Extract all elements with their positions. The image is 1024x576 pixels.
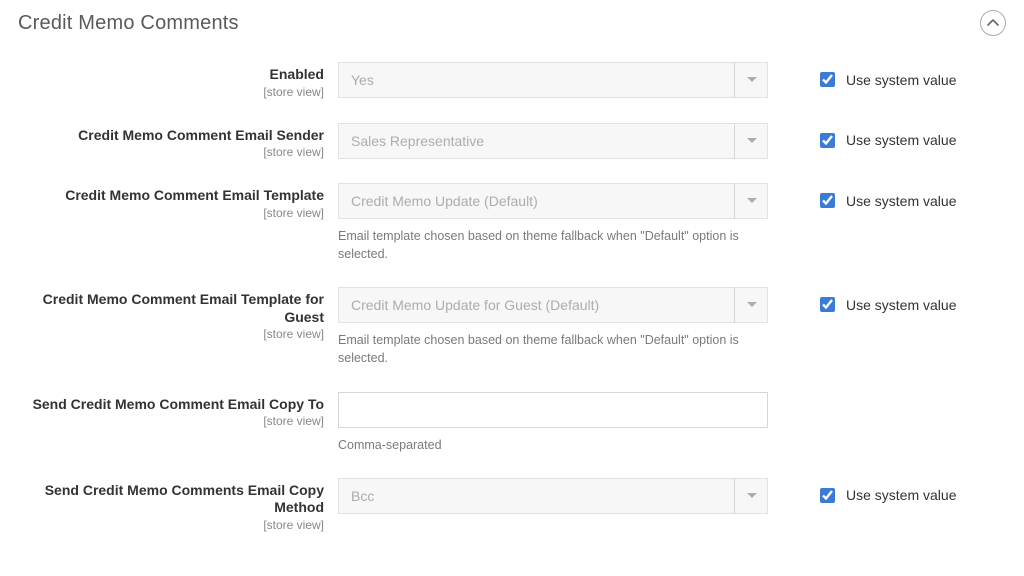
control-col: Comma-separated bbox=[338, 392, 768, 454]
field-scope: [store view] bbox=[18, 518, 324, 532]
field-note: Email template chosen based on theme fal… bbox=[338, 331, 758, 367]
field-row-copy-method: Send Credit Memo Comments Email Copy Met… bbox=[18, 478, 1006, 532]
field-scope: [store view] bbox=[18, 414, 324, 428]
field-row-enabled: Enabled [store view] Yes Use system valu… bbox=[18, 62, 1006, 99]
use-system-checkbox-template[interactable] bbox=[820, 193, 835, 208]
use-system-checkbox-template-guest[interactable] bbox=[820, 297, 835, 312]
use-system-col: Use system value bbox=[768, 62, 956, 90]
use-system-col: Use system value bbox=[768, 287, 956, 315]
config-section-credit-memo-comments: Credit Memo Comments Enabled [store view… bbox=[0, 0, 1024, 576]
use-system-col bbox=[768, 392, 816, 399]
control-col: Yes bbox=[338, 62, 768, 98]
field-note: Comma-separated bbox=[338, 436, 758, 454]
control-col: Sales Representative bbox=[338, 123, 768, 159]
select-sender-input[interactable]: Sales Representative bbox=[338, 123, 768, 159]
field-row-template: Credit Memo Comment Email Template [stor… bbox=[18, 183, 1006, 263]
section-header: Credit Memo Comments bbox=[18, 10, 1006, 36]
field-scope: [store view] bbox=[18, 145, 324, 159]
control-col: Bcc bbox=[338, 478, 768, 514]
field-label: Credit Memo Comment Email Sender bbox=[18, 127, 324, 145]
field-scope: [store view] bbox=[18, 206, 324, 220]
use-system-label[interactable]: Use system value bbox=[846, 487, 956, 503]
control-col: Credit Memo Update for Guest (Default) E… bbox=[338, 287, 768, 367]
use-system-label[interactable]: Use system value bbox=[846, 193, 956, 209]
control-col: Credit Memo Update (Default) Email templ… bbox=[338, 183, 768, 263]
use-system-label[interactable]: Use system value bbox=[846, 132, 956, 148]
label-col: Credit Memo Comment Email Template [stor… bbox=[18, 183, 338, 220]
field-label: Enabled bbox=[18, 66, 324, 84]
field-row-sender: Credit Memo Comment Email Sender [store … bbox=[18, 123, 1006, 160]
select-template[interactable]: Credit Memo Update (Default) bbox=[338, 183, 768, 219]
field-row-template-guest: Credit Memo Comment Email Template for G… bbox=[18, 287, 1006, 367]
use-system-label[interactable]: Use system value bbox=[846, 72, 956, 88]
select-template-guest[interactable]: Credit Memo Update for Guest (Default) bbox=[338, 287, 768, 323]
label-col: Credit Memo Comment Email Sender [store … bbox=[18, 123, 338, 160]
field-note: Email template chosen based on theme fal… bbox=[338, 227, 758, 263]
field-label: Credit Memo Comment Email Template for G… bbox=[18, 291, 324, 326]
select-sender[interactable]: Sales Representative bbox=[338, 123, 768, 159]
select-copy-method-input[interactable]: Bcc bbox=[338, 478, 768, 514]
use-system-col: Use system value bbox=[768, 123, 956, 151]
label-col: Send Credit Memo Comment Email Copy To [… bbox=[18, 392, 338, 429]
field-label: Send Credit Memo Comments Email Copy Met… bbox=[18, 482, 324, 517]
section-title: Credit Memo Comments bbox=[18, 12, 239, 35]
label-col: Credit Memo Comment Email Template for G… bbox=[18, 287, 338, 341]
select-template-guest-input[interactable]: Credit Memo Update for Guest (Default) bbox=[338, 287, 768, 323]
select-copy-method[interactable]: Bcc bbox=[338, 478, 768, 514]
use-system-checkbox-sender[interactable] bbox=[820, 133, 835, 148]
field-scope: [store view] bbox=[18, 327, 324, 341]
chevron-up-icon bbox=[987, 19, 999, 27]
field-row-copy-to: Send Credit Memo Comment Email Copy To [… bbox=[18, 392, 1006, 454]
collapse-toggle[interactable] bbox=[980, 10, 1006, 36]
use-system-checkbox-enabled[interactable] bbox=[820, 72, 835, 87]
field-label: Send Credit Memo Comment Email Copy To bbox=[18, 396, 324, 414]
use-system-col: Use system value bbox=[768, 478, 956, 506]
select-template-input[interactable]: Credit Memo Update (Default) bbox=[338, 183, 768, 219]
use-system-col: Use system value bbox=[768, 183, 956, 211]
select-enabled[interactable]: Yes bbox=[338, 62, 768, 98]
input-copy-to[interactable] bbox=[338, 392, 768, 428]
field-label: Credit Memo Comment Email Template bbox=[18, 187, 324, 205]
field-scope: [store view] bbox=[18, 85, 324, 99]
use-system-label[interactable]: Use system value bbox=[846, 297, 956, 313]
label-col: Enabled [store view] bbox=[18, 62, 338, 99]
label-col: Send Credit Memo Comments Email Copy Met… bbox=[18, 478, 338, 532]
select-enabled-input[interactable]: Yes bbox=[338, 62, 768, 98]
use-system-checkbox-copy-method[interactable] bbox=[820, 488, 835, 503]
